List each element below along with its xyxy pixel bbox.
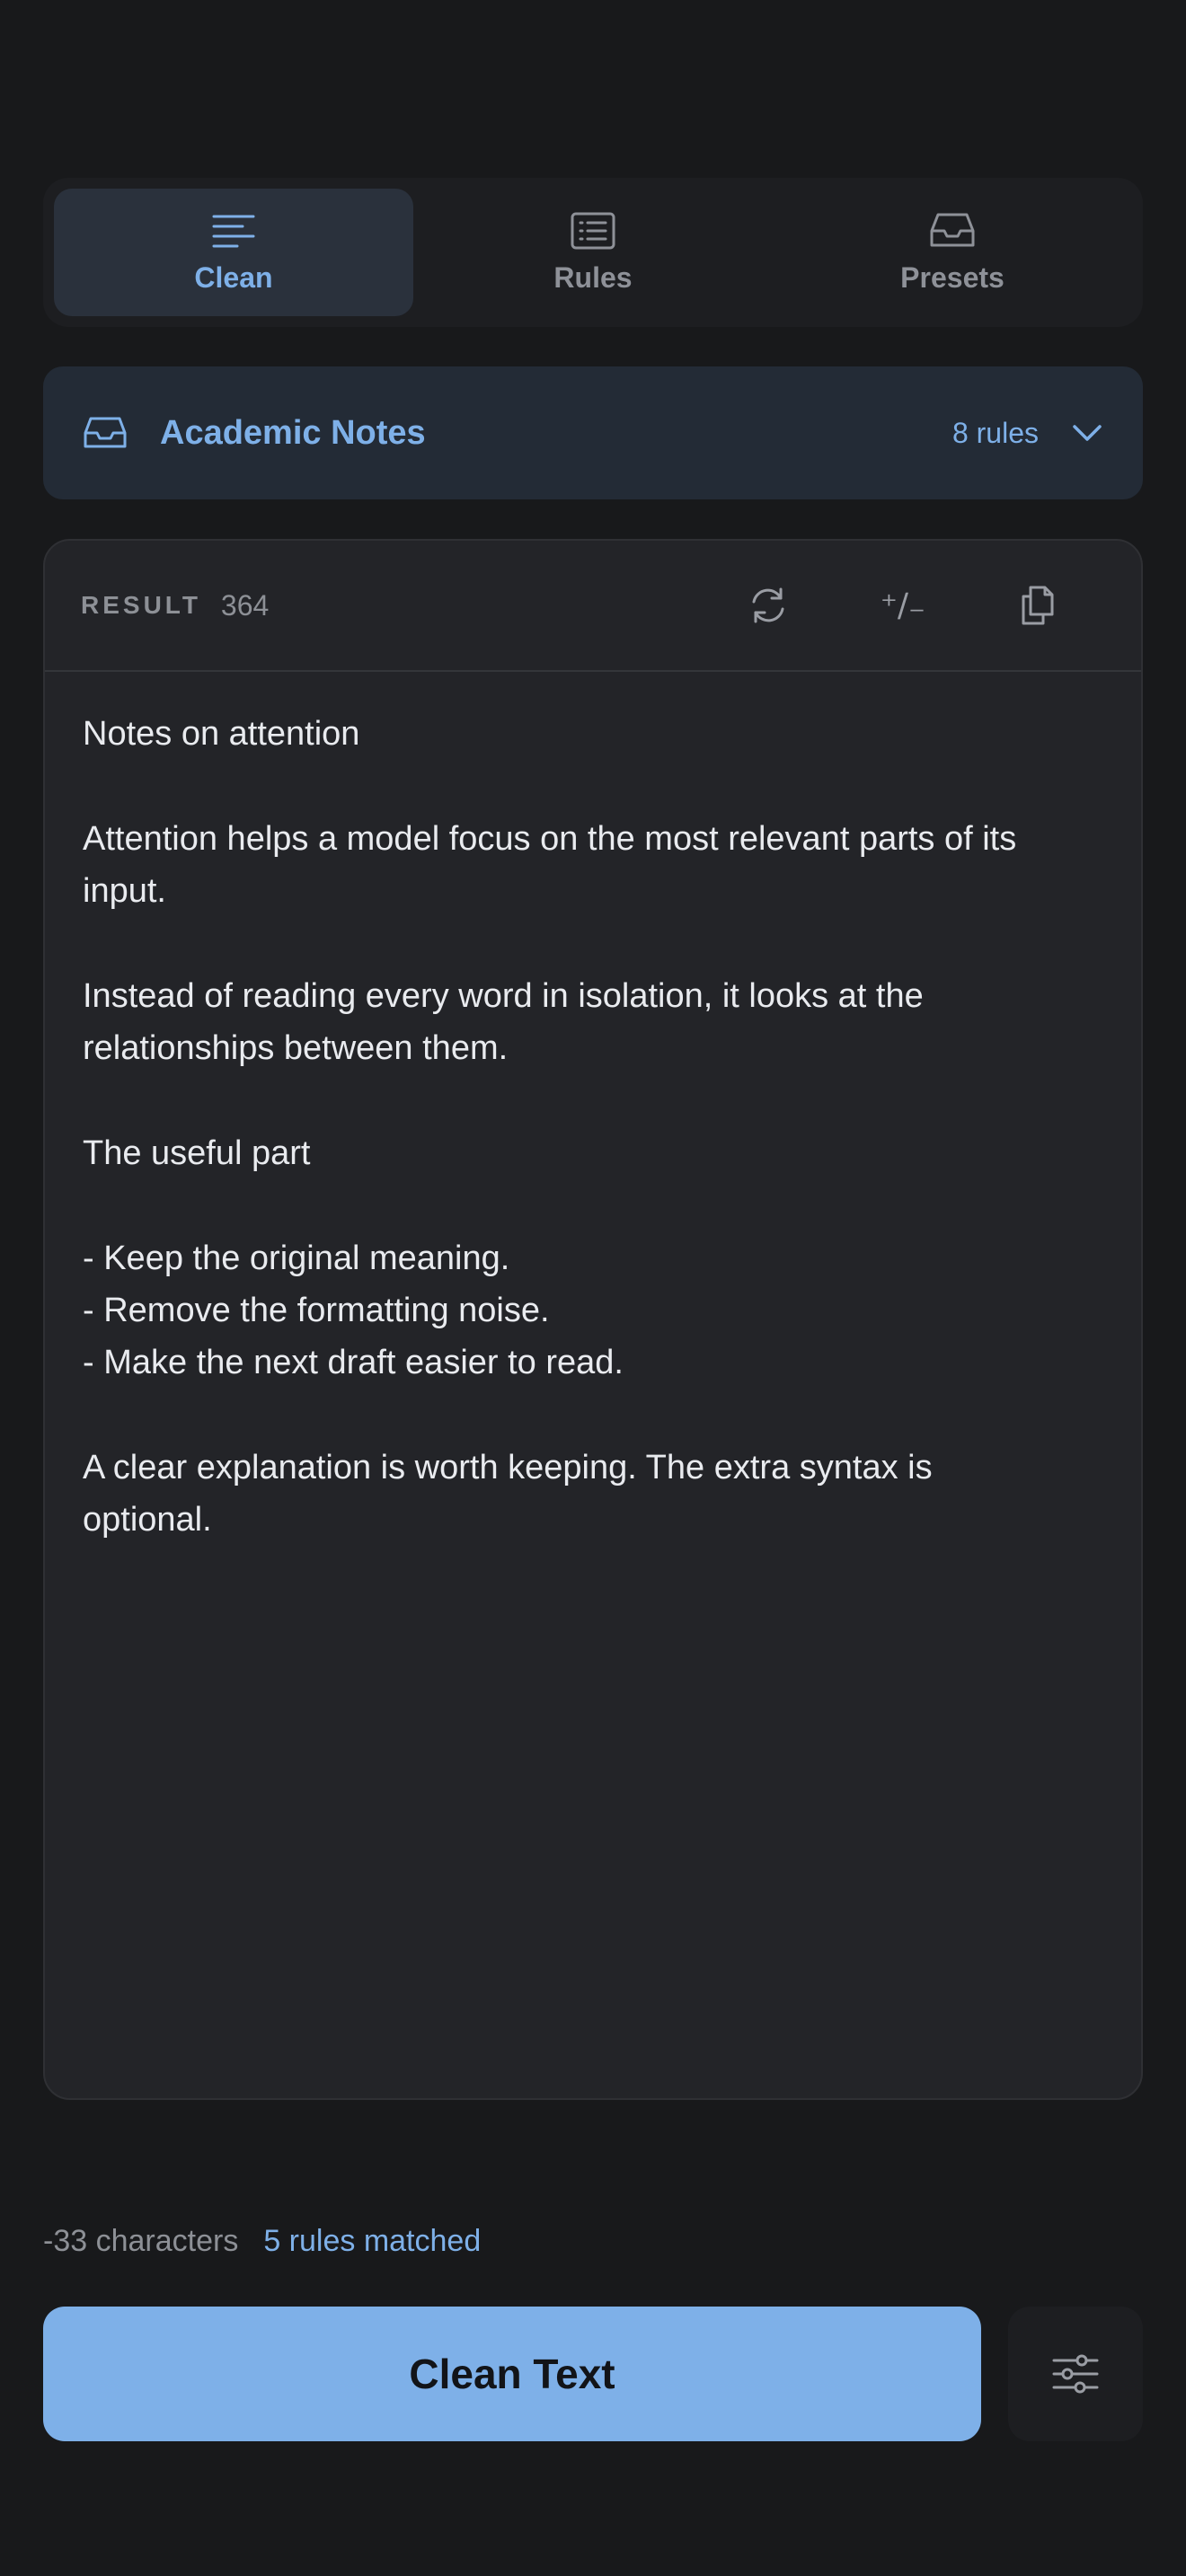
stats-row: -33 characters 5 rules matched: [43, 2224, 481, 2259]
align-left-icon: [212, 215, 255, 247]
refresh-icon: [752, 587, 784, 623]
result-panel: RESULT 364 ⁺∕₋ Notes on attention Attent…: [43, 539, 1143, 2100]
list-icon: [571, 212, 615, 249]
sliders-icon: [1052, 2354, 1099, 2394]
rules-matched: 5 rules matched: [263, 2224, 482, 2258]
result-paragraph: The useful part: [83, 1134, 311, 1172]
plus-minus-icon: ⁺∕₋: [880, 587, 926, 624]
copy-icon: [1022, 586, 1054, 625]
result-paragraph: Notes on attention: [83, 715, 360, 753]
inbox-icon: [83, 415, 128, 451]
tab-label: Clean: [194, 260, 273, 294]
copy-button[interactable]: [970, 584, 1105, 627]
list-item: - Make the next draft easier to read.: [83, 1344, 624, 1381]
result-paragraph: A clear explanation is worth keeping. Th…: [83, 1449, 933, 1539]
result-count: 364: [220, 588, 270, 622]
result-label: RESULT: [81, 591, 201, 619]
refresh-button[interactable]: [701, 584, 836, 627]
chevron-down-icon: [1071, 422, 1103, 444]
result-text[interactable]: Notes on attention Attention helps a mod…: [45, 672, 1141, 1635]
tab-bar: Clean Rules Presets: [43, 178, 1143, 327]
result-header: RESULT 364 ⁺∕₋: [45, 541, 1141, 672]
inbox-icon: [930, 213, 975, 246]
tab-rules[interactable]: Rules: [413, 189, 773, 316]
preset-name: Academic Notes: [160, 413, 426, 452]
list-item: - Remove the formatting noise.: [83, 1292, 550, 1329]
clean-text-button[interactable]: Clean Text: [43, 2307, 981, 2441]
tab-label: Rules: [553, 260, 633, 294]
tab-presets[interactable]: Presets: [773, 189, 1132, 316]
result-list: - Keep the original meaning. - Remove th…: [83, 1232, 1103, 1389]
result-actions: ⁺∕₋: [701, 584, 1105, 627]
result-paragraph: Instead of reading every word in isolati…: [83, 977, 924, 1067]
settings-button[interactable]: [1008, 2307, 1143, 2441]
tab-clean[interactable]: Clean: [54, 189, 413, 316]
preset-rule-count: 8 rules: [951, 416, 1039, 449]
tab-label: Presets: [900, 260, 1005, 294]
preset-selector[interactable]: Academic Notes 8 rules: [43, 366, 1143, 499]
list-item: - Keep the original meaning.: [83, 1239, 510, 1277]
diff-toggle-button[interactable]: ⁺∕₋: [836, 587, 970, 624]
character-delta: -33 characters: [43, 2224, 239, 2258]
result-paragraph: Attention helps a model focus on the mos…: [83, 820, 1017, 910]
